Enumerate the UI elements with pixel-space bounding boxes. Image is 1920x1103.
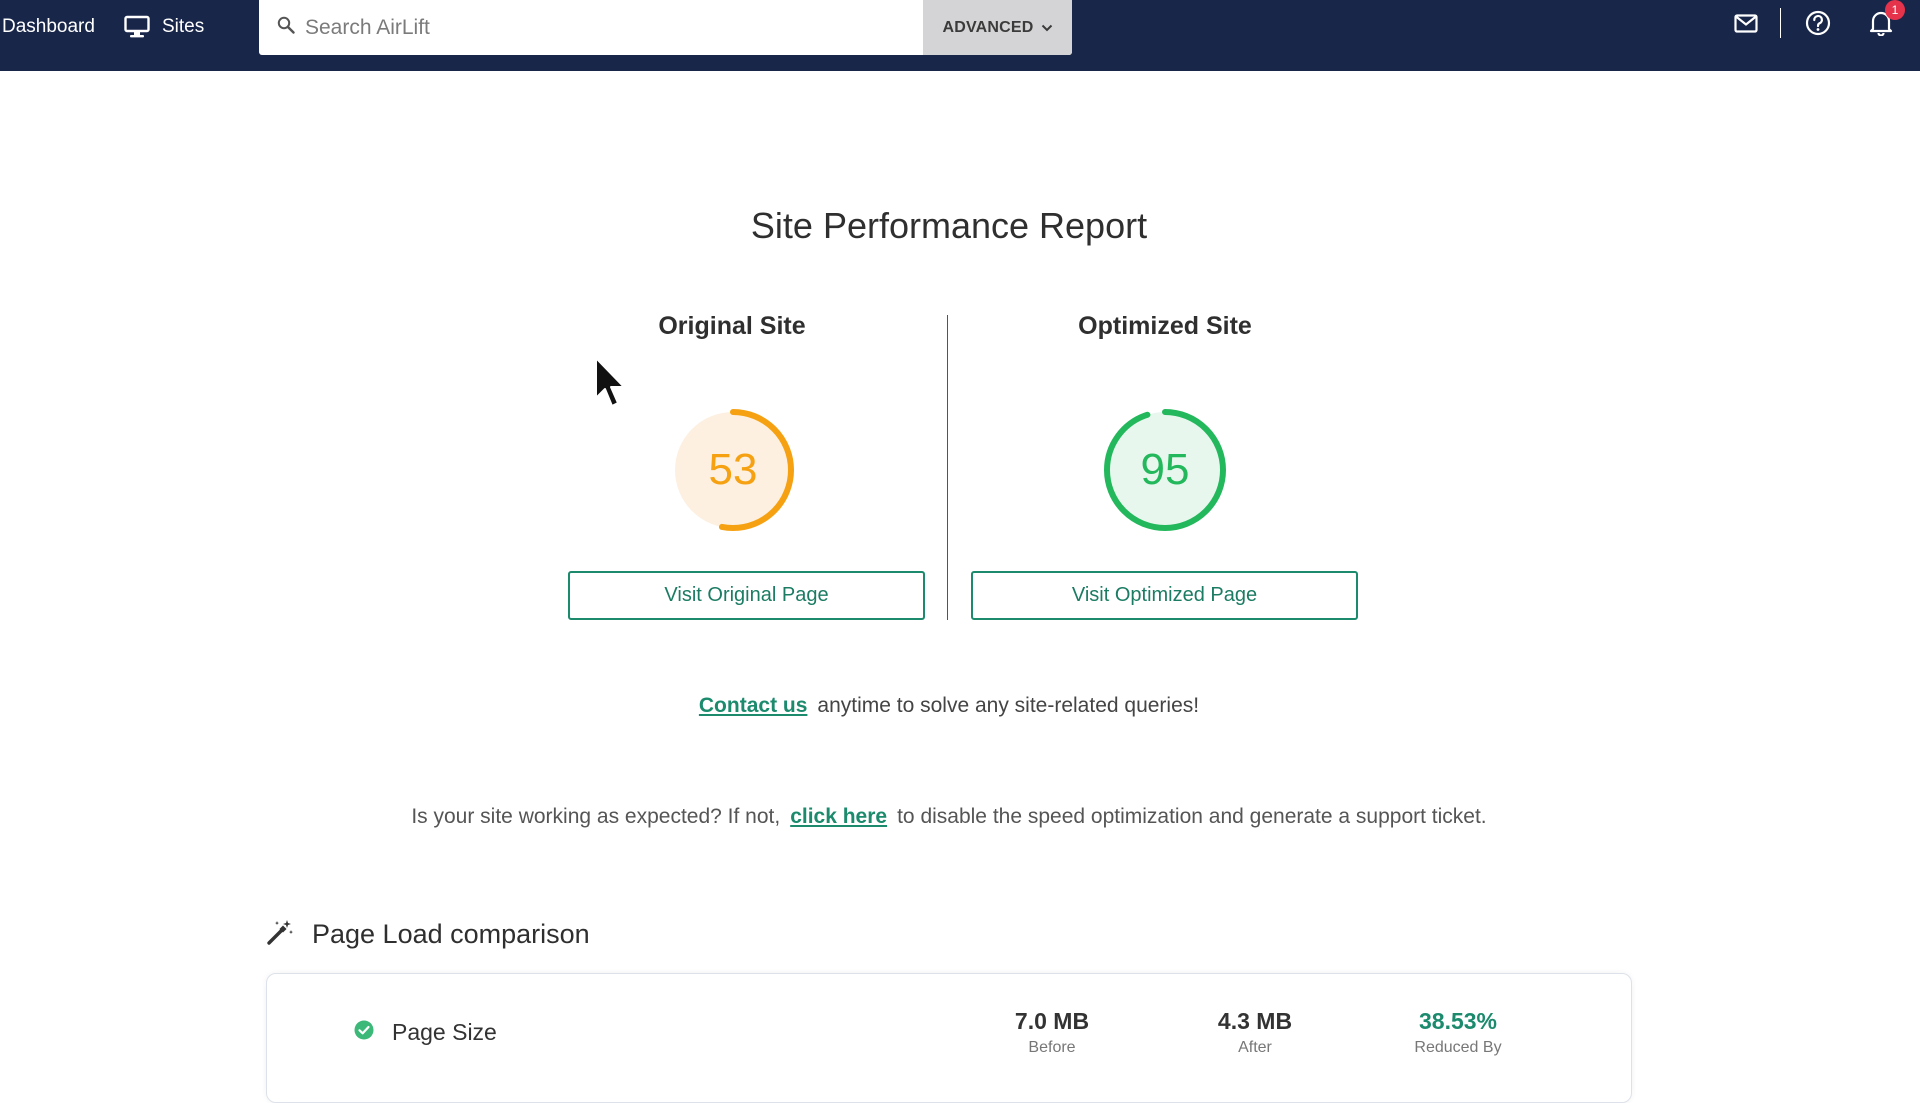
monitor-icon (124, 15, 150, 39)
optimized-site-heading: Optimized Site (1078, 312, 1252, 340)
advanced-label: ADVANCED (942, 18, 1034, 36)
comparison-title: Page Load comparison (312, 919, 590, 949)
mail-icon[interactable] (1731, 8, 1761, 38)
reduced-value: 38.53% (1418, 1008, 1497, 1034)
search-icon (277, 16, 295, 39)
disable-optimization-link[interactable]: click here (790, 805, 887, 828)
advanced-search-button[interactable]: ADVANCED (923, 0, 1072, 55)
top-navigation-bar: Dashboard Sites ADVANCED (0, 0, 1920, 71)
support-text-before: Is your site working as expected? If not… (411, 805, 781, 828)
search-field[interactable] (259, 0, 923, 55)
support-text-after: to disable the speed optimization and ge… (897, 805, 1487, 828)
reduced-value-cell: 38.53% Reduced By (1358, 1008, 1558, 1057)
topbar-divider (1780, 8, 1781, 38)
before-value: 7.0 MB (1014, 1008, 1090, 1034)
help-icon[interactable] (1803, 8, 1833, 38)
contact-message: Contact us anytime to solve any site-rela… (0, 694, 1898, 718)
check-circle-icon (354, 1020, 374, 1045)
original-score-value: 53 (708, 445, 758, 494)
visit-optimized-page-button[interactable]: Visit Optimized Page (971, 571, 1358, 620)
before-value-cell: 7.0 MB Before (952, 1008, 1152, 1057)
contact-text: anytime to solve any site-related querie… (817, 694, 1200, 717)
notification-badge: 1 (1885, 0, 1905, 20)
nav-sites-label: Sites (162, 16, 205, 37)
column-divider (947, 315, 948, 620)
search-input[interactable] (305, 15, 905, 40)
optimized-score-gauge: 95 (1103, 408, 1227, 532)
page-title: Site Performance Report (750, 205, 1148, 246)
after-value: 4.3 MB (1217, 1008, 1293, 1034)
original-score-gauge: 53 (671, 408, 795, 532)
comparison-card: Page Size 7.0 MB Before 4.3 MB After 38.… (266, 973, 1632, 1103)
reduced-caption: Reduced By (1414, 1039, 1502, 1056)
support-message: Is your site working as expected? If not… (0, 805, 1898, 829)
optimized-score-value: 95 (1140, 445, 1190, 494)
chevron-down-icon (1041, 19, 1053, 37)
nav-sites[interactable]: Sites (124, 0, 204, 54)
page-size-label: Page Size (354, 1019, 497, 1046)
mouse-cursor-icon (595, 357, 625, 407)
before-caption: Before (1028, 1039, 1076, 1056)
visit-original-page-button[interactable]: Visit Original Page (568, 571, 925, 620)
nav-dashboard-label: Dashboard (2, 16, 95, 37)
original-site-heading: Original Site (658, 312, 806, 340)
search-bar: ADVANCED (259, 0, 1072, 55)
contact-us-link[interactable]: Contact us (699, 694, 808, 717)
magic-wand-icon (266, 918, 294, 951)
comparison-section-header: Page Load comparison (266, 918, 590, 951)
after-caption: After (1238, 1039, 1272, 1056)
after-value-cell: 4.3 MB After (1155, 1008, 1355, 1057)
nav-dashboard[interactable]: Dashboard (2, 0, 95, 54)
metric-name: Page Size (392, 1019, 497, 1045)
